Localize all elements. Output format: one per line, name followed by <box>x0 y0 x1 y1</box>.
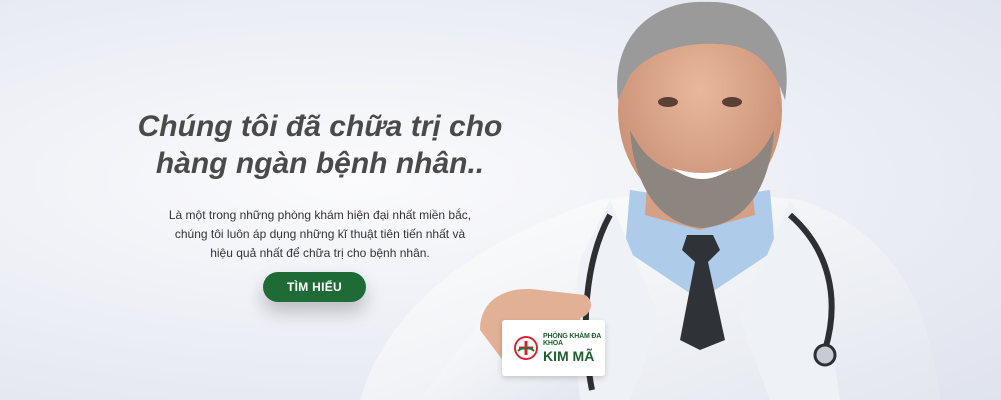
clinic-business-card: PHÒNG KHÁM ĐA KHOA KIM MÃ <box>502 320 605 376</box>
clinic-name-label: KIM MÃ <box>543 348 595 364</box>
medical-cross-logo-icon <box>514 336 538 360</box>
hero-banner: Chúng tôi đã chữa trị cho hàng ngàn bệnh… <box>0 0 1001 400</box>
learn-more-button[interactable]: TÌM HIỂU <box>263 272 366 302</box>
hero-headline-line-2: hàng ngàn bệnh nhân.. <box>155 147 485 180</box>
hero-description-line-2: chúng tôi luôn áp dụng những kĩ thuật ti… <box>174 227 466 241</box>
hero-headline-line-1: Chúng tôi đã chữa trị cho <box>137 110 503 143</box>
hero-description: Là một trong những phòng khám hiện đại n… <box>120 206 520 263</box>
hero-headline: Chúng tôi đã chữa trị cho hàng ngàn bệnh… <box>120 108 520 182</box>
clinic-name-block: PHÒNG KHÁM ĐA KHOA KIM MÃ <box>543 333 605 363</box>
hero-description-line-3: hiệu quả nhất để chữa trị cho bệnh nhân. <box>210 246 430 260</box>
clinic-type-label: PHÒNG KHÁM ĐA KHOA <box>543 333 601 347</box>
hero-description-line-1: Là một trong những phòng khám hiện đại n… <box>168 208 472 222</box>
hero-copy: Chúng tôi đã chữa trị cho hàng ngàn bệnh… <box>120 108 520 263</box>
